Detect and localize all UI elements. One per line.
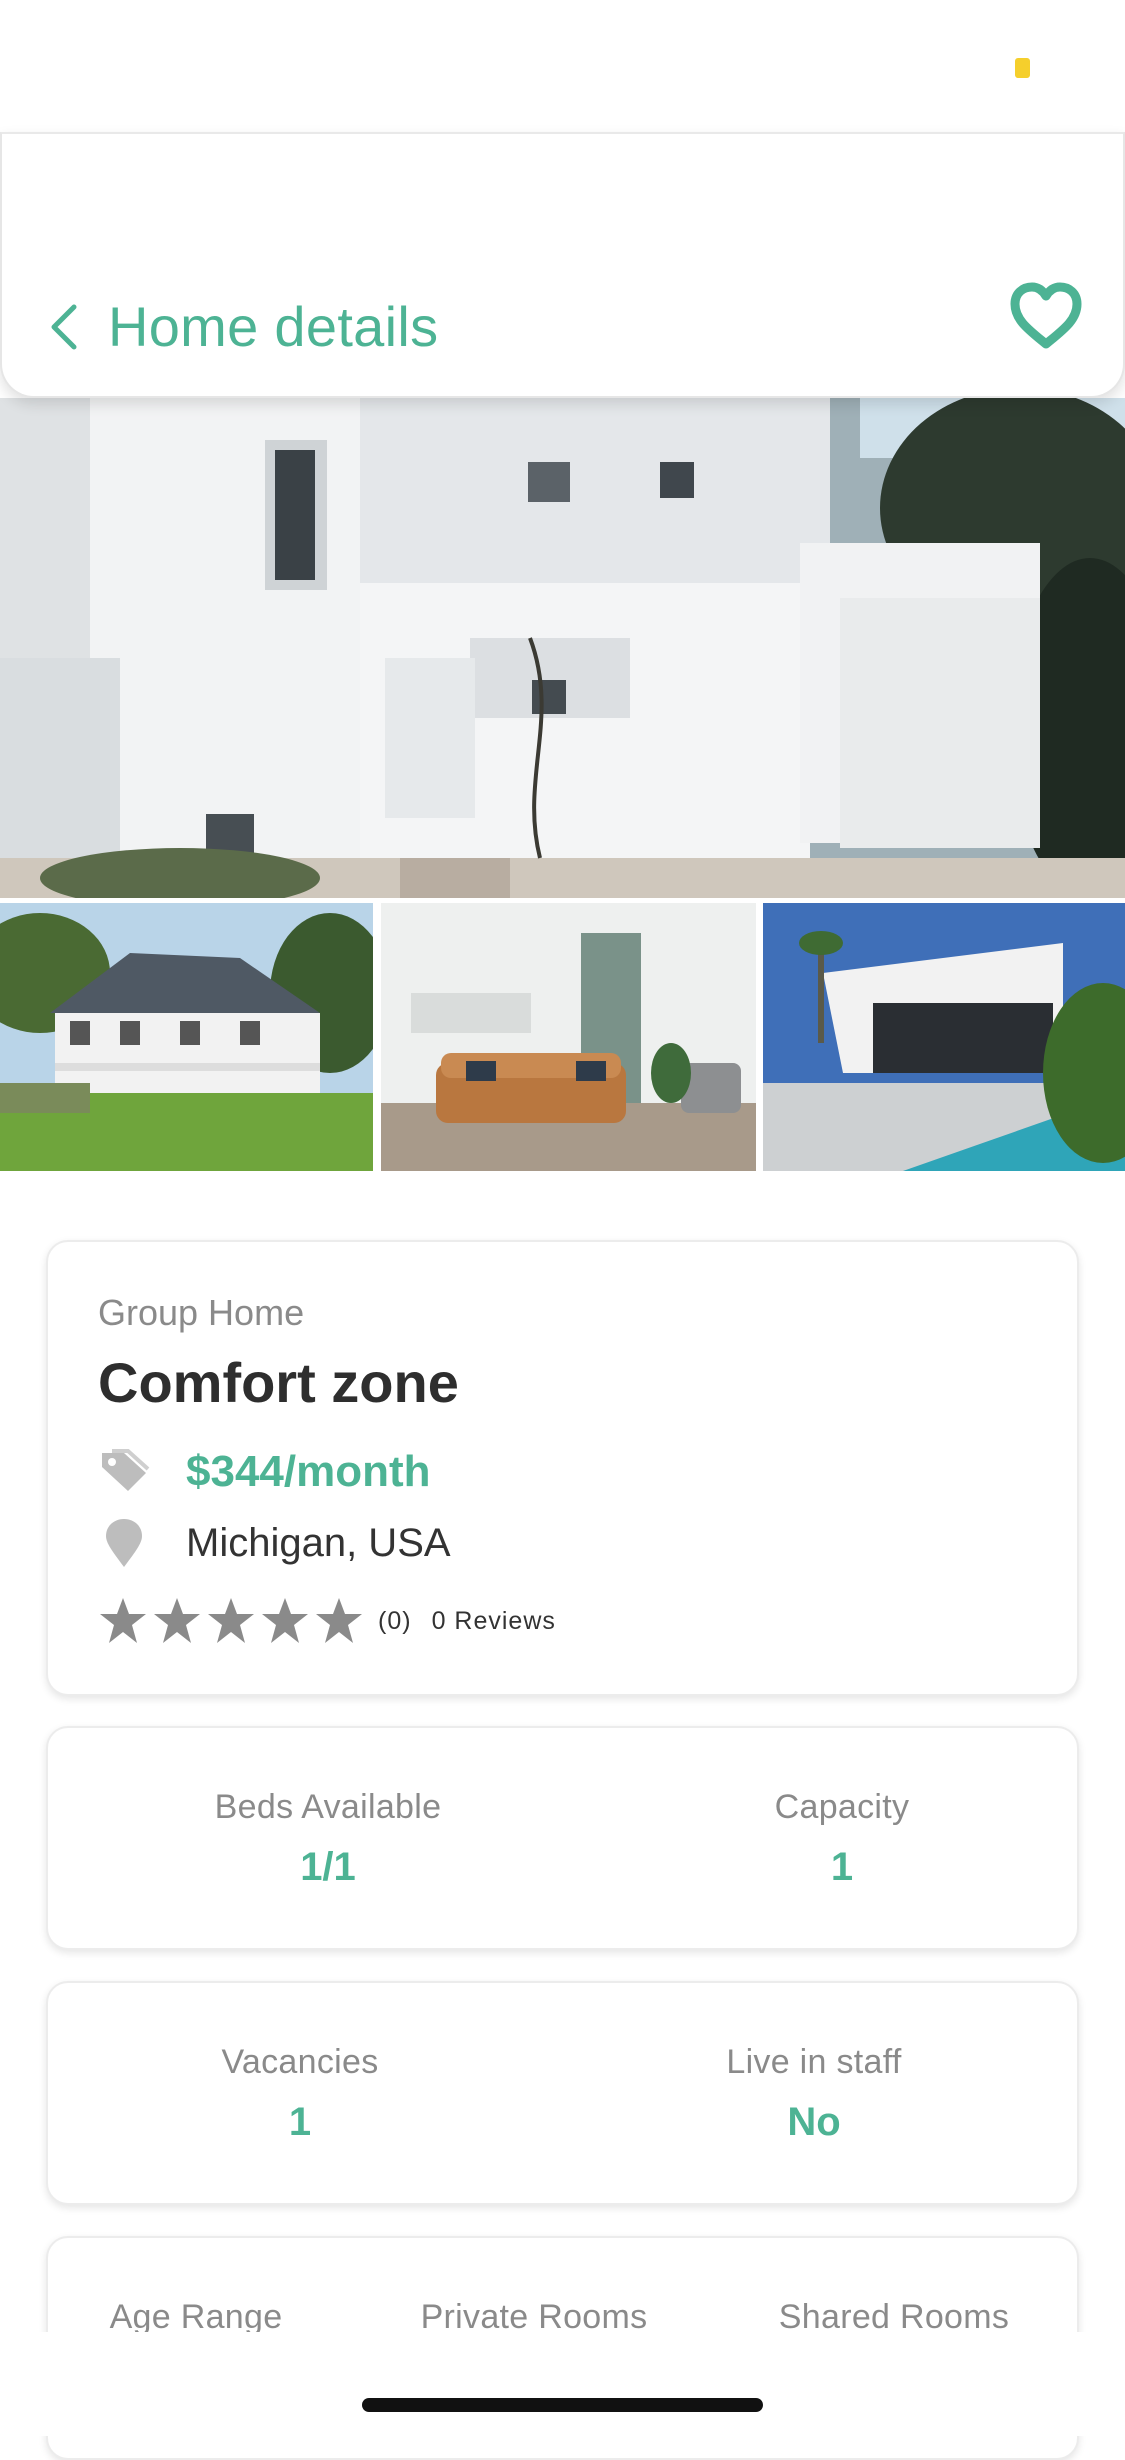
star-icon	[208, 1598, 254, 1643]
thumbnail-photo-3[interactable]	[763, 903, 1125, 1171]
listing-card: Group Home Comfort zone $344/month Michi…	[46, 1240, 1079, 1696]
star-icon	[316, 1598, 362, 1643]
beds-available-label: Beds Available	[214, 1788, 442, 1826]
chevron-left-icon	[51, 304, 77, 349]
vacancies-stat: Vacancies 1	[150, 2043, 450, 2145]
location-pin-icon	[106, 1519, 142, 1567]
capacity-value: 1	[830, 1845, 854, 1889]
rating-stars[interactable]: (0) 0 Reviews	[98, 1596, 556, 1646]
thumbnail-photo-1[interactable]	[0, 903, 373, 1171]
app-header: Home details	[0, 132, 1125, 398]
beds-available-value: 1/1	[300, 1845, 356, 1889]
vacancies-label: Vacancies	[221, 2043, 379, 2081]
beds-available-stat: Beds Available 1/1	[178, 1788, 478, 1890]
vacancies-staff-card: Vacancies 1 Live in staff No	[46, 1981, 1079, 2205]
reviews-link[interactable]: 0 Reviews	[432, 1607, 556, 1636]
home-indicator[interactable]	[362, 2398, 763, 2412]
price-tag-icon	[102, 1449, 150, 1491]
live-in-staff-stat: Live in staff No	[664, 2043, 964, 2145]
status-indicator	[1015, 58, 1030, 78]
star-icon	[154, 1598, 200, 1643]
capacity-label: Capacity	[774, 1788, 910, 1826]
page-title: Home details	[108, 295, 439, 358]
hero-photo[interactable]	[0, 398, 1125, 898]
rating-count: (0)	[378, 1606, 412, 1635]
star-icon	[262, 1598, 308, 1643]
live-in-staff-value: No	[787, 2100, 841, 2144]
home-name: Comfort zone	[98, 1351, 459, 1414]
beds-capacity-card: Beds Available 1/1 Capacity 1	[46, 1726, 1079, 1950]
price: $344/month	[186, 1447, 431, 1496]
vacancies-value: 1	[288, 2100, 312, 2144]
location: Michigan, USA	[186, 1520, 451, 1565]
back-button[interactable]: Home details	[46, 294, 438, 359]
star-icon	[100, 1598, 146, 1643]
capacity-stat: Capacity 1	[692, 1788, 992, 1890]
bottom-safe-area	[0, 2332, 1125, 2436]
live-in-staff-label: Live in staff	[726, 2043, 902, 2081]
thumbnail-photo-2[interactable]	[381, 903, 756, 1171]
heart-icon[interactable]	[1009, 282, 1083, 352]
home-type: Group Home	[98, 1292, 305, 1333]
